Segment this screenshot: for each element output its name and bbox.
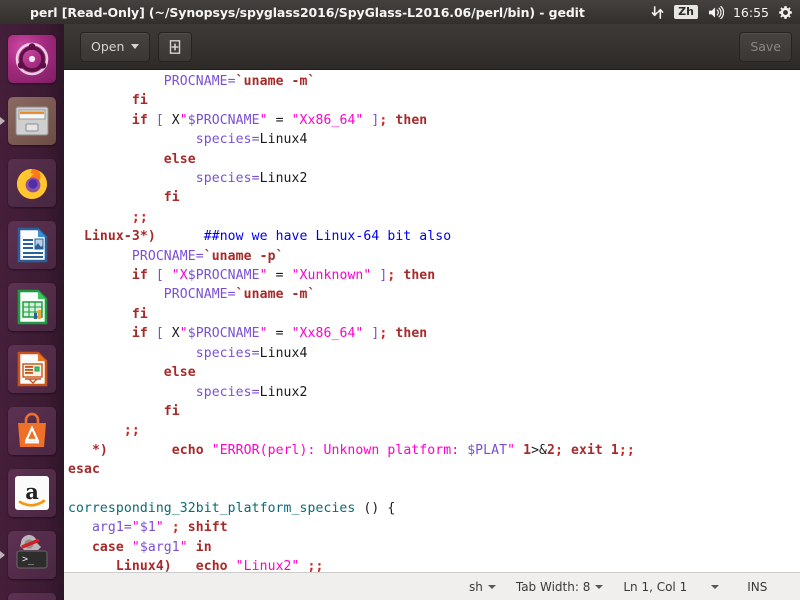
network-icon[interactable] bbox=[650, 0, 665, 24]
terminal-icon: >_ bbox=[16, 535, 48, 569]
window-title: perl [Read-Only] (~/Synopsys/spyglass201… bbox=[30, 4, 585, 20]
system-menu-gear-icon[interactable] bbox=[778, 0, 793, 24]
launcher-item-gedit[interactable] bbox=[0, 586, 64, 600]
status-bar: sh Tab Width: 8 Ln 1, Col 1 INS bbox=[64, 572, 800, 600]
launcher-item-terminal[interactable]: >_ bbox=[0, 524, 64, 586]
volume-icon[interactable] bbox=[707, 0, 724, 24]
libreoffice-writer-icon bbox=[17, 227, 48, 263]
launcher-item-amazon[interactable]: a bbox=[0, 462, 64, 524]
tab-width-selector[interactable]: Tab Width: 8 bbox=[506, 573, 613, 600]
insert-mode-label: INS bbox=[747, 579, 768, 594]
tab-width-label: Tab Width: 8 bbox=[515, 579, 591, 594]
svg-text:>_: >_ bbox=[22, 554, 35, 565]
ubuntu-logo-icon bbox=[15, 42, 49, 76]
chevron-down-icon bbox=[595, 584, 604, 589]
source-code-text[interactable]: PROCNAME=`uname -m` fi if [ X"$PROCNAME"… bbox=[64, 70, 635, 572]
keyboard-layout-badge[interactable]: Zh bbox=[674, 5, 698, 19]
file-manager-icon bbox=[15, 106, 49, 136]
libreoffice-calc-icon bbox=[17, 289, 48, 325]
launcher-item-files[interactable] bbox=[0, 90, 64, 152]
gedit-window: Open Save PROCNAME=`uname -m` fi if [ X"… bbox=[64, 24, 800, 600]
launcher-item-ubuntu-software[interactable] bbox=[0, 400, 64, 462]
cursor-position-label: Ln 1, Col 1 bbox=[623, 579, 688, 594]
amazon-icon: a bbox=[15, 476, 49, 510]
goto-line-dropdown[interactable] bbox=[697, 573, 733, 600]
svg-text:a: a bbox=[25, 479, 39, 504]
new-document-icon bbox=[170, 39, 181, 54]
chevron-down-icon bbox=[711, 584, 720, 589]
top-panel: perl [Read-Only] (~/Synopsys/spyglass201… bbox=[0, 0, 800, 24]
firefox-icon bbox=[17, 169, 47, 199]
chevron-down-icon bbox=[131, 44, 140, 49]
save-button[interactable]: Save bbox=[739, 31, 792, 62]
desktop-screen: perl [Read-Only] (~/Synopsys/spyglass201… bbox=[0, 0, 800, 600]
cursor-position[interactable]: Ln 1, Col 1 bbox=[613, 573, 697, 600]
open-button[interactable]: Open bbox=[80, 31, 151, 62]
chevron-down-icon bbox=[487, 584, 496, 589]
language-label: sh bbox=[469, 579, 483, 594]
indicator-area: Zh 16:55 bbox=[650, 0, 800, 24]
editor-view[interactable]: PROCNAME=`uname -m` fi if [ X"$PROCNAME"… bbox=[64, 70, 800, 572]
launcher-item-libreoffice-impress[interactable] bbox=[0, 338, 64, 400]
unity-launcher: a >_ bbox=[0, 24, 64, 600]
launcher-item-libreoffice-calc[interactable] bbox=[0, 276, 64, 338]
gedit-headerbar: Open Save bbox=[64, 24, 800, 70]
open-button-label: Open bbox=[91, 39, 125, 54]
launcher-item-firefox[interactable] bbox=[0, 152, 64, 214]
clock[interactable]: 16:55 bbox=[733, 5, 769, 20]
language-selector[interactable]: sh bbox=[459, 573, 506, 600]
ubuntu-software-bag-icon bbox=[18, 412, 46, 447]
launcher-item-libreoffice-writer[interactable] bbox=[0, 214, 64, 276]
gedit-text-editor-icon bbox=[8, 593, 56, 600]
launcher-item-ubuntu-dash[interactable] bbox=[0, 28, 64, 90]
new-document-button[interactable] bbox=[158, 31, 193, 62]
insert-mode-indicator[interactable]: INS bbox=[737, 573, 781, 600]
libreoffice-impress-icon bbox=[17, 351, 48, 387]
save-button-label: Save bbox=[750, 39, 781, 54]
